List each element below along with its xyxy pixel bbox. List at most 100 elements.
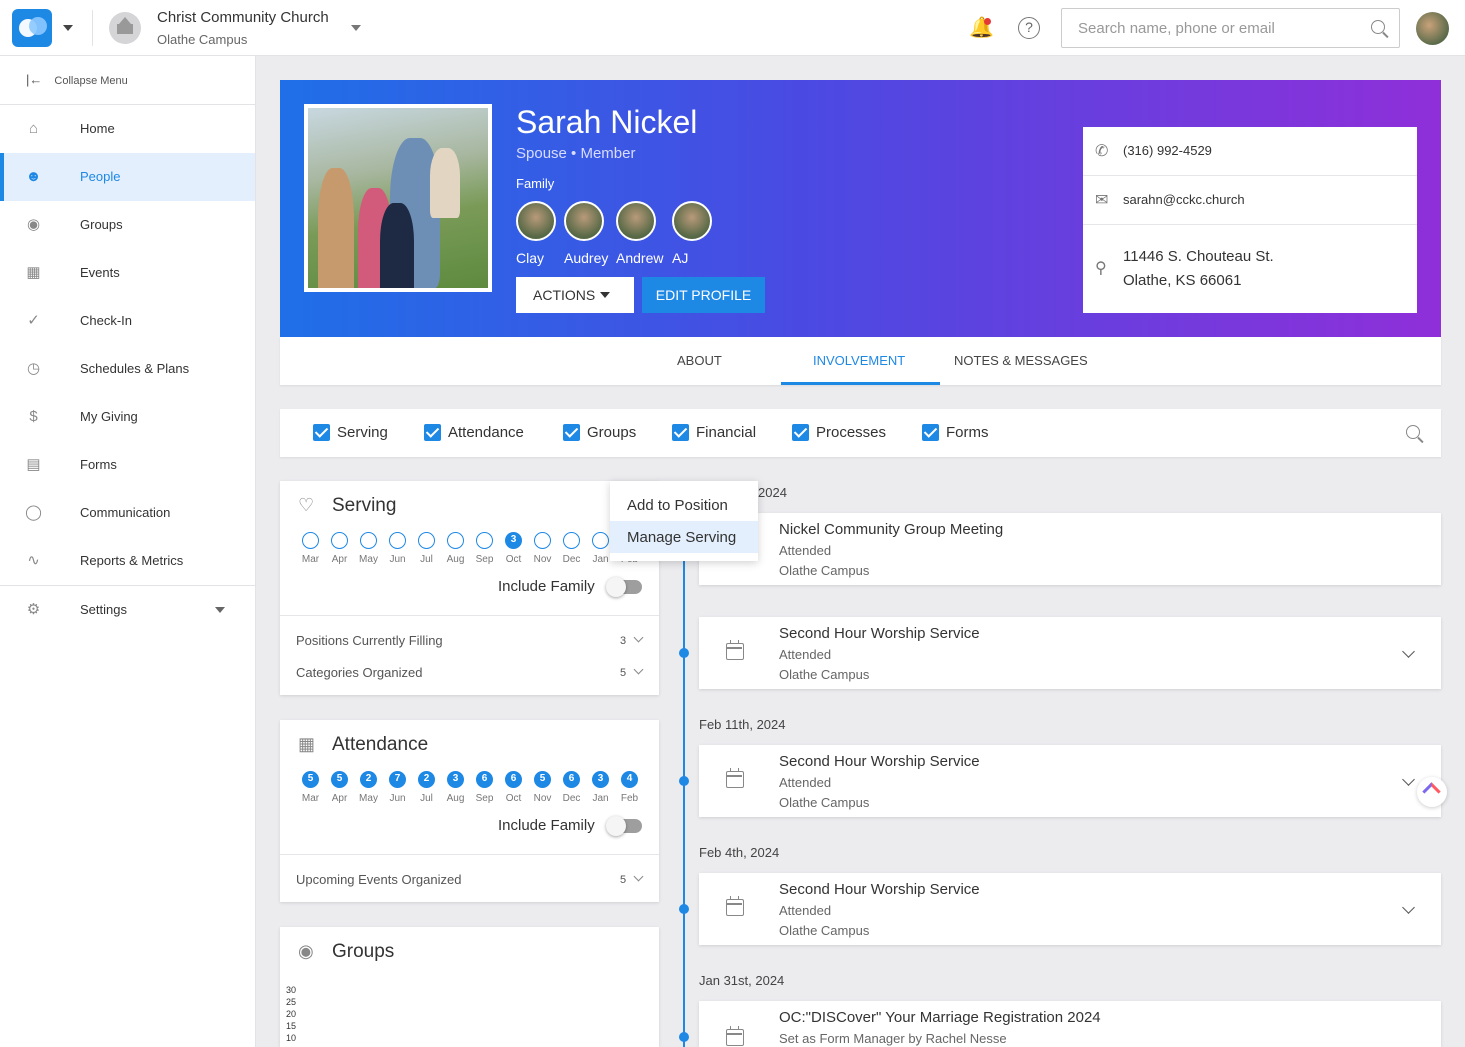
month-count-dot[interactable]: 4 xyxy=(621,771,638,788)
checkbox-checked-icon xyxy=(313,424,330,441)
month-count-dot[interactable] xyxy=(447,532,464,549)
month-count-dot[interactable]: 5 xyxy=(302,771,319,788)
month-count-dot[interactable]: 3 xyxy=(447,771,464,788)
search-icon[interactable] xyxy=(1371,20,1385,34)
sidebar-item-reports[interactable]: ∿ Reports & Metrics xyxy=(0,537,255,585)
timeline-date: Feb 4th, 2024 xyxy=(699,845,780,860)
month-count-dot[interactable] xyxy=(563,532,580,549)
month-count-dot[interactable]: 6 xyxy=(505,771,522,788)
actions-button[interactable]: ACTIONS xyxy=(516,277,634,313)
month-count-dot[interactable]: 3 xyxy=(505,532,522,549)
sidebar-item-my-giving[interactable]: $ My Giving xyxy=(0,393,255,441)
app-switcher-chevron-down-icon[interactable] xyxy=(63,25,73,31)
help-icon[interactable]: ? xyxy=(1018,17,1040,39)
month-count-dot[interactable] xyxy=(331,532,348,549)
sidebar-item-events[interactable]: ▦ Events xyxy=(0,249,255,297)
family-avatar-clay[interactable] xyxy=(516,201,556,241)
month-count-dot[interactable]: 5 xyxy=(534,771,551,788)
search-icon[interactable] xyxy=(1406,425,1420,439)
collapse-menu-label: Collapse Menu xyxy=(54,75,128,87)
family-avatar-aj[interactable] xyxy=(672,201,712,241)
sidebar-item-label: My Giving xyxy=(80,409,138,424)
month-count-dot[interactable]: 6 xyxy=(563,771,580,788)
chevron-down-icon[interactable] xyxy=(633,664,644,675)
include-family-label: Include Family xyxy=(498,578,595,595)
sidebar-item-settings[interactable]: ⚙ Settings xyxy=(0,586,255,634)
sidebar-item-home[interactable]: ⌂ Home xyxy=(0,105,255,153)
tab-involvement[interactable]: INVOLVEMENT xyxy=(813,353,905,368)
family-name[interactable]: Audrey xyxy=(564,250,608,266)
edit-profile-button[interactable]: EDIT PROFILE xyxy=(642,277,765,313)
timeline-event[interactable]: Second Hour Worship Service Attended Ola… xyxy=(699,617,1441,689)
chevron-down-icon[interactable] xyxy=(633,871,644,882)
family-name[interactable]: Clay xyxy=(516,250,544,266)
family-avatar-audrey[interactable] xyxy=(564,201,604,241)
timeline-event[interactable]: Second Hour Worship Service Attended Ola… xyxy=(699,745,1441,817)
month-count-dot[interactable] xyxy=(534,532,551,549)
month-count-dot[interactable] xyxy=(476,532,493,549)
month-count-dot[interactable] xyxy=(302,532,319,549)
month-label: Oct xyxy=(505,554,522,565)
month-count-dot[interactable]: 6 xyxy=(476,771,493,788)
month-count-dot[interactable] xyxy=(360,532,377,549)
church-campus[interactable]: Olathe Campus xyxy=(157,32,247,47)
month-count-dot[interactable]: 7 xyxy=(389,771,406,788)
checkbox-checked-icon xyxy=(672,424,689,441)
sidebar-item-forms[interactable]: ▤ Forms xyxy=(0,441,255,489)
month-count-dot[interactable]: 2 xyxy=(418,771,435,788)
month-count-dot[interactable] xyxy=(592,532,609,549)
church-switcher-chevron-down-icon[interactable] xyxy=(351,25,361,31)
contact-address-row[interactable]: ⚲ 11446 S. Chouteau St. Olathe, KS 66061 xyxy=(1083,225,1417,313)
sidebar-item-label: People xyxy=(80,169,121,184)
chevron-down-icon[interactable] xyxy=(1402,773,1415,786)
month-label: Jul xyxy=(420,554,433,565)
include-family-toggle[interactable] xyxy=(606,577,642,597)
chevron-down-icon[interactable] xyxy=(1402,645,1415,658)
collapse-menu-button[interactable]: |← Collapse Menu xyxy=(26,72,128,87)
church-icon[interactable] xyxy=(109,12,141,44)
month-count-dot[interactable]: 2 xyxy=(360,771,377,788)
tab-notes-messages[interactable]: NOTES & MESSAGES xyxy=(954,353,1088,368)
family-name[interactable]: Andrew xyxy=(616,250,663,266)
settings-chevron-down-icon[interactable] xyxy=(215,607,225,613)
timeline-event[interactable]: Nickel Community Group Meeting Attended … xyxy=(699,513,1441,585)
contact-email-row[interactable]: ✉ sarahn@cckc.church xyxy=(1083,176,1417,225)
filter-label: Groups xyxy=(587,424,637,441)
search-box[interactable] xyxy=(1061,8,1400,48)
sidebar-item-communication[interactable]: ◯ Communication xyxy=(0,489,255,537)
timeline-event[interactable]: Second Hour Worship Service Attended Ola… xyxy=(699,873,1441,945)
month-label: Nov xyxy=(533,554,552,565)
contact-phone-row[interactable]: ✆ (316) 992-4529 xyxy=(1083,127,1417,176)
app-logo-icon[interactable] xyxy=(12,9,52,47)
contact-phone[interactable]: (316) 992-4529 xyxy=(1123,143,1212,158)
timeline-date: Feb 11th, 2024 xyxy=(699,717,786,732)
menu-item-add-to-position[interactable]: Add to Position xyxy=(610,489,758,521)
sidebar-item-groups[interactable]: ◉ Groups xyxy=(0,201,255,249)
family-name[interactable]: AJ xyxy=(672,250,688,266)
include-family-toggle[interactable] xyxy=(606,816,642,836)
sidebar-item-check-in[interactable]: ✓ Check-In xyxy=(0,297,255,345)
sidebar-item-people[interactable]: ☻ People xyxy=(0,153,255,201)
month-count-dot[interactable] xyxy=(418,532,435,549)
tab-about[interactable]: ABOUT xyxy=(677,353,722,368)
church-name[interactable]: Christ Community Church xyxy=(157,9,329,26)
sidebar-item-schedules[interactable]: ◷ Schedules & Plans xyxy=(0,345,255,393)
profile-role: Spouse • Member xyxy=(516,145,636,162)
people-icon: ☻ xyxy=(25,168,42,185)
menu-item-label: Manage Serving xyxy=(627,529,737,546)
chevron-down-icon[interactable] xyxy=(1402,901,1415,914)
menu-item-manage-serving[interactable]: Manage Serving xyxy=(610,521,758,553)
chevron-down-icon[interactable] xyxy=(633,632,644,643)
month-count-dot[interactable]: 5 xyxy=(331,771,348,788)
month-count-dot[interactable] xyxy=(389,532,406,549)
stat-value: 3 xyxy=(620,635,627,647)
contact-email[interactable]: sarahn@cckc.church xyxy=(1123,192,1245,207)
month-count-dot[interactable]: 3 xyxy=(592,771,609,788)
profile-photo[interactable] xyxy=(304,104,492,292)
clickup-extension-icon[interactable] xyxy=(1417,777,1447,807)
timeline-event[interactable]: OC:"DISCover" Your Marriage Registration… xyxy=(699,1001,1441,1047)
sidebar: |← Collapse Menu ⌂ Home ☻ People ◉ Groups… xyxy=(0,56,256,1047)
family-avatar-andrew[interactable] xyxy=(616,201,656,241)
user-avatar[interactable] xyxy=(1416,12,1449,45)
search-input[interactable] xyxy=(1078,9,1368,47)
